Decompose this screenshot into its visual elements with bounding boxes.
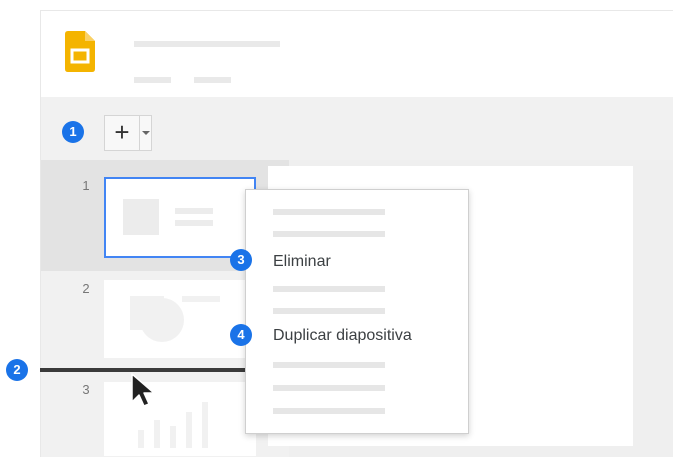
slide-thumbnail[interactable]: [104, 177, 256, 258]
new-slide-button-group: +: [104, 115, 152, 151]
menu-placeholder-1: [134, 77, 171, 83]
chevron-down-icon: [142, 131, 150, 135]
context-menu: Eliminar Duplicar diapositiva: [245, 189, 469, 434]
menu-item-delete[interactable]: Eliminar: [273, 253, 331, 271]
title-layout-preview: [123, 199, 213, 235]
callout-badge-delete: 3: [230, 249, 252, 271]
menu-item-placeholder: [273, 231, 385, 237]
menu-placeholder-2: [194, 77, 231, 83]
shapes-layout-preview: [130, 296, 220, 342]
new-slide-button[interactable]: +: [105, 116, 140, 150]
menu-item-placeholder: [273, 209, 385, 215]
callout-badge-new-slide: 1: [62, 121, 84, 143]
slides-logo-icon: [65, 31, 95, 72]
callout-badge-drop-position: 2: [6, 359, 28, 381]
app-header: [41, 11, 673, 97]
slide-number: 2: [82, 281, 90, 296]
slide-number: 1: [82, 178, 90, 193]
menu-item-placeholder: [273, 286, 385, 292]
callout-badge-duplicate: 4: [230, 324, 252, 346]
chart-layout-preview: [138, 402, 208, 448]
menu-item-duplicate-slide[interactable]: Duplicar diapositiva: [273, 327, 412, 345]
slide-number: 3: [82, 382, 90, 397]
menu-item-placeholder: [273, 385, 385, 391]
menu-item-placeholder: [273, 408, 385, 414]
slide-thumbnail[interactable]: [104, 280, 256, 358]
document-title-placeholder: [134, 41, 280, 47]
toolbar: +: [41, 97, 673, 160]
slide-thumbnail[interactable]: [104, 382, 256, 456]
menu-item-placeholder: [273, 308, 385, 314]
menu-item-placeholder: [273, 362, 385, 368]
mouse-pointer-icon: [131, 373, 155, 407]
new-slide-layout-dropdown[interactable]: [139, 116, 152, 150]
